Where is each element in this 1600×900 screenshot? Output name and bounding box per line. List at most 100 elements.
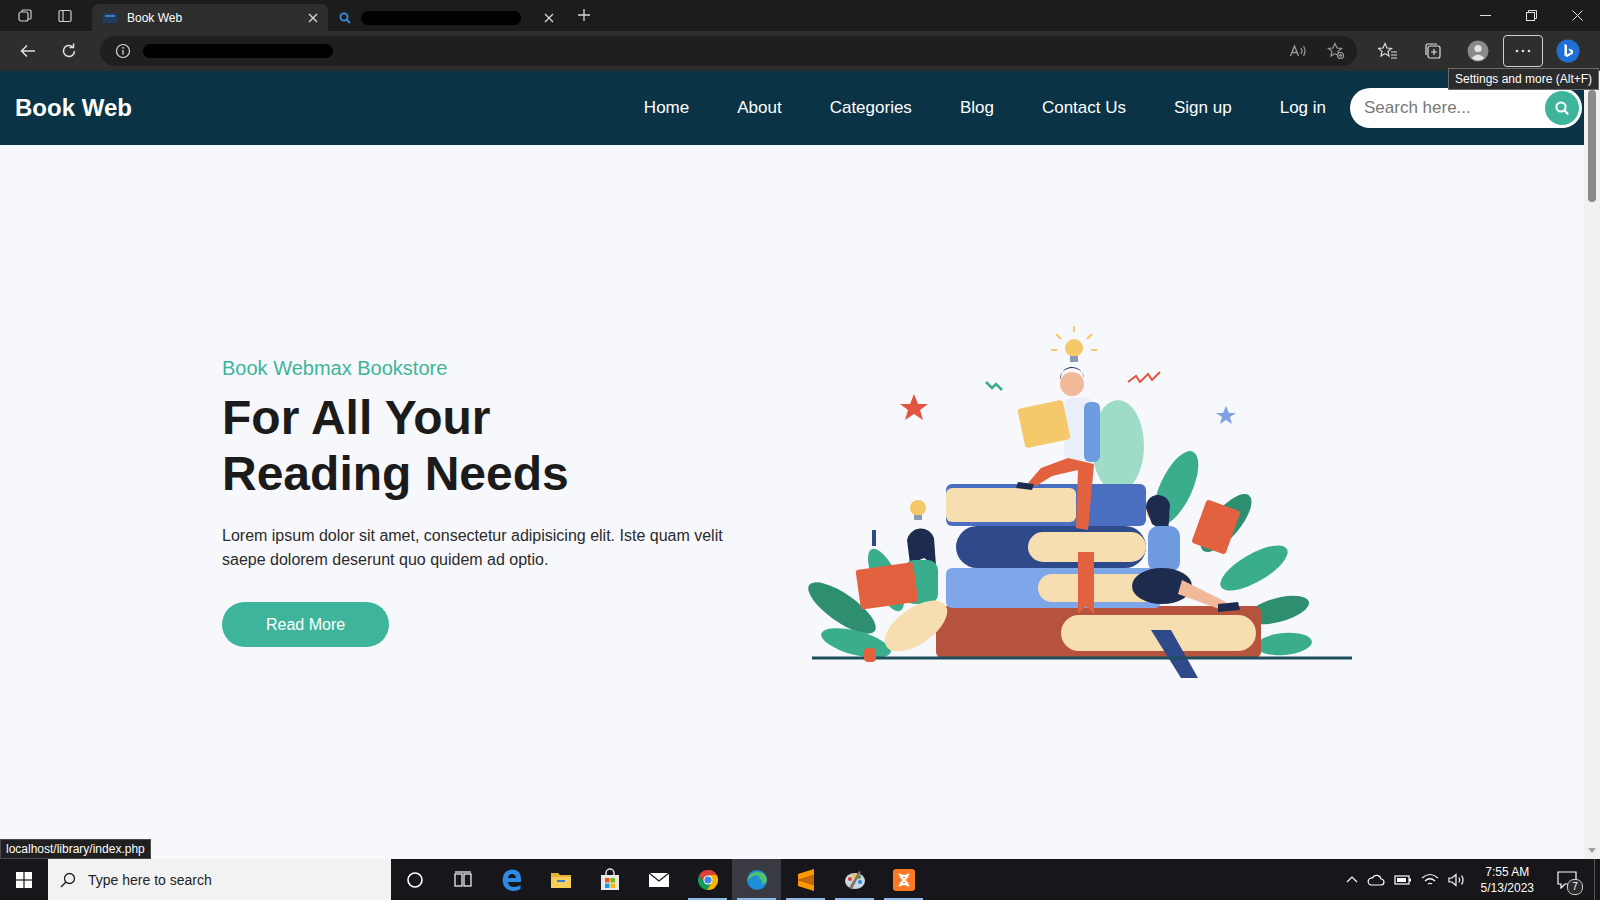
close-window-button[interactable] [1554,0,1600,31]
running-indicator [884,898,923,900]
hero-content: Book Webmax BookstoreFor All Your Readin… [222,357,782,647]
taskbar-app[interactable] [683,859,732,900]
back-arrow-icon [19,42,37,60]
nav-link[interactable]: Categories [830,98,912,118]
taskbar-app[interactable] [536,859,585,900]
cortana-button[interactable] [391,859,439,900]
nav-link[interactable]: Log in [1280,98,1326,118]
page-viewport: Book Web Home About Categories Blog Contact U… [0,71,1600,859]
volume-icon[interactable] [1448,873,1466,887]
browser-tab[interactable]: Book Web [92,4,328,31]
back-button[interactable] [10,35,46,67]
plus-icon [577,8,591,22]
search-favicon-icon [338,11,352,25]
refresh-button[interactable] [51,35,87,67]
read-more-button[interactable]: Read More [222,602,389,647]
system-tray: 7:55 AM5/13/2023 7 [1338,859,1600,900]
workspaces-button[interactable] [6,1,44,31]
scroll-down-icon[interactable] [1588,848,1596,854]
hero-paragraph: Lorem ipsum dolor sit amet, consectetur … [222,524,762,572]
microsoft-store-icon [598,868,622,892]
minimize-button[interactable] [1462,0,1508,31]
profile-button[interactable] [1458,35,1498,67]
close-tab-icon[interactable] [544,13,554,23]
tab-actions-button[interactable] [46,1,84,31]
file-explorer-icon [549,868,573,892]
website: Book Web Home About Categories Blog Contact U… [0,71,1584,859]
address-bar[interactable] [100,36,1357,66]
favorites-button[interactable] [1368,35,1408,67]
taskbar-app[interactable] [781,859,830,900]
cortana-icon [406,871,424,889]
windows-logo-icon [16,872,32,888]
restore-icon [1526,10,1537,21]
close-tab-icon[interactable] [308,13,318,23]
show-desktop-button[interactable] [1594,859,1600,900]
nav-link[interactable]: Contact Us [1042,98,1126,118]
cloud-icon[interactable] [1367,873,1385,887]
refresh-icon [60,42,78,60]
brand-logo[interactable]: Book Web [15,94,132,122]
scrollbar[interactable] [1584,71,1600,859]
chevron-up-icon[interactable] [1346,874,1358,886]
read-aloud-icon[interactable] [1289,43,1307,59]
taskbar-clock[interactable]: 7:55 AM5/13/2023 [1475,864,1540,896]
nav-link[interactable]: Sign up [1174,98,1232,118]
taskbar: Type here to search 7:55 AM5/13/2023 7 [0,859,1600,900]
mail-icon [647,868,671,892]
running-indicator [688,898,727,900]
hero-eyebrow: Book Webmax Bookstore [222,357,782,380]
taskbar-search[interactable]: Type here to search [48,859,391,900]
tab-actions-icon [57,8,73,24]
wifi-icon[interactable] [1421,873,1439,887]
restore-button[interactable] [1508,0,1554,31]
minimize-icon [1480,10,1491,21]
task-view-button[interactable] [439,859,487,900]
taskbar-app[interactable] [732,859,781,900]
nav-link[interactable]: Blog [960,98,994,118]
notifications-button[interactable]: 7 [1549,859,1585,900]
site-search [1350,88,1582,128]
search-input[interactable] [1362,97,1545,119]
taskbar-app[interactable] [585,859,634,900]
search-icon [60,872,76,888]
edge-icon [745,868,769,892]
nav-link[interactable]: Home [644,98,689,118]
profile-avatar-icon [1467,40,1489,62]
collections-button[interactable] [1413,35,1453,67]
start-button[interactable] [0,859,48,900]
scrollbar-thumb[interactable] [1588,90,1596,202]
taskbar-app[interactable] [487,859,536,900]
running-indicator [786,898,825,900]
sublime-text-icon [794,868,818,892]
tab-bar-actions [0,0,92,31]
taskbar-app[interactable] [634,859,683,900]
search-button[interactable] [1545,91,1579,125]
taskbar-app[interactable] [879,859,928,900]
page-favicon-icon [102,11,118,25]
battery-icon[interactable] [1394,874,1412,886]
taskbar-app[interactable] [830,859,879,900]
taskbar-search-placeholder: Type here to search [88,872,212,888]
tab-label: Book Web [127,11,182,25]
window-controls [1462,0,1600,31]
browser-tab[interactable] [328,4,564,31]
close-icon [1572,10,1583,21]
edge-legacy-icon [500,868,524,892]
paint-icon [843,868,867,892]
bing-button[interactable] [1548,35,1588,67]
more-dots-icon [1514,48,1532,54]
info-icon[interactable] [115,43,131,59]
add-favorite-icon[interactable] [1327,42,1345,60]
nav-link[interactable]: About [737,98,781,118]
task-view-icon [454,871,472,889]
settings-and-more-button[interactable] [1503,35,1543,67]
chrome-icon [696,868,720,892]
site-header: Book Web Home About Categories Blog Contact U… [0,71,1584,145]
main-nav: Home About Categories Blog Contact Us Sign up… [644,98,1326,118]
running-indicator [737,898,776,900]
new-tab-button[interactable] [566,0,602,30]
clock-date: 5/13/2023 [1481,880,1534,896]
workspaces-icon [17,8,33,24]
clock-time: 7:55 AM [1485,864,1529,880]
